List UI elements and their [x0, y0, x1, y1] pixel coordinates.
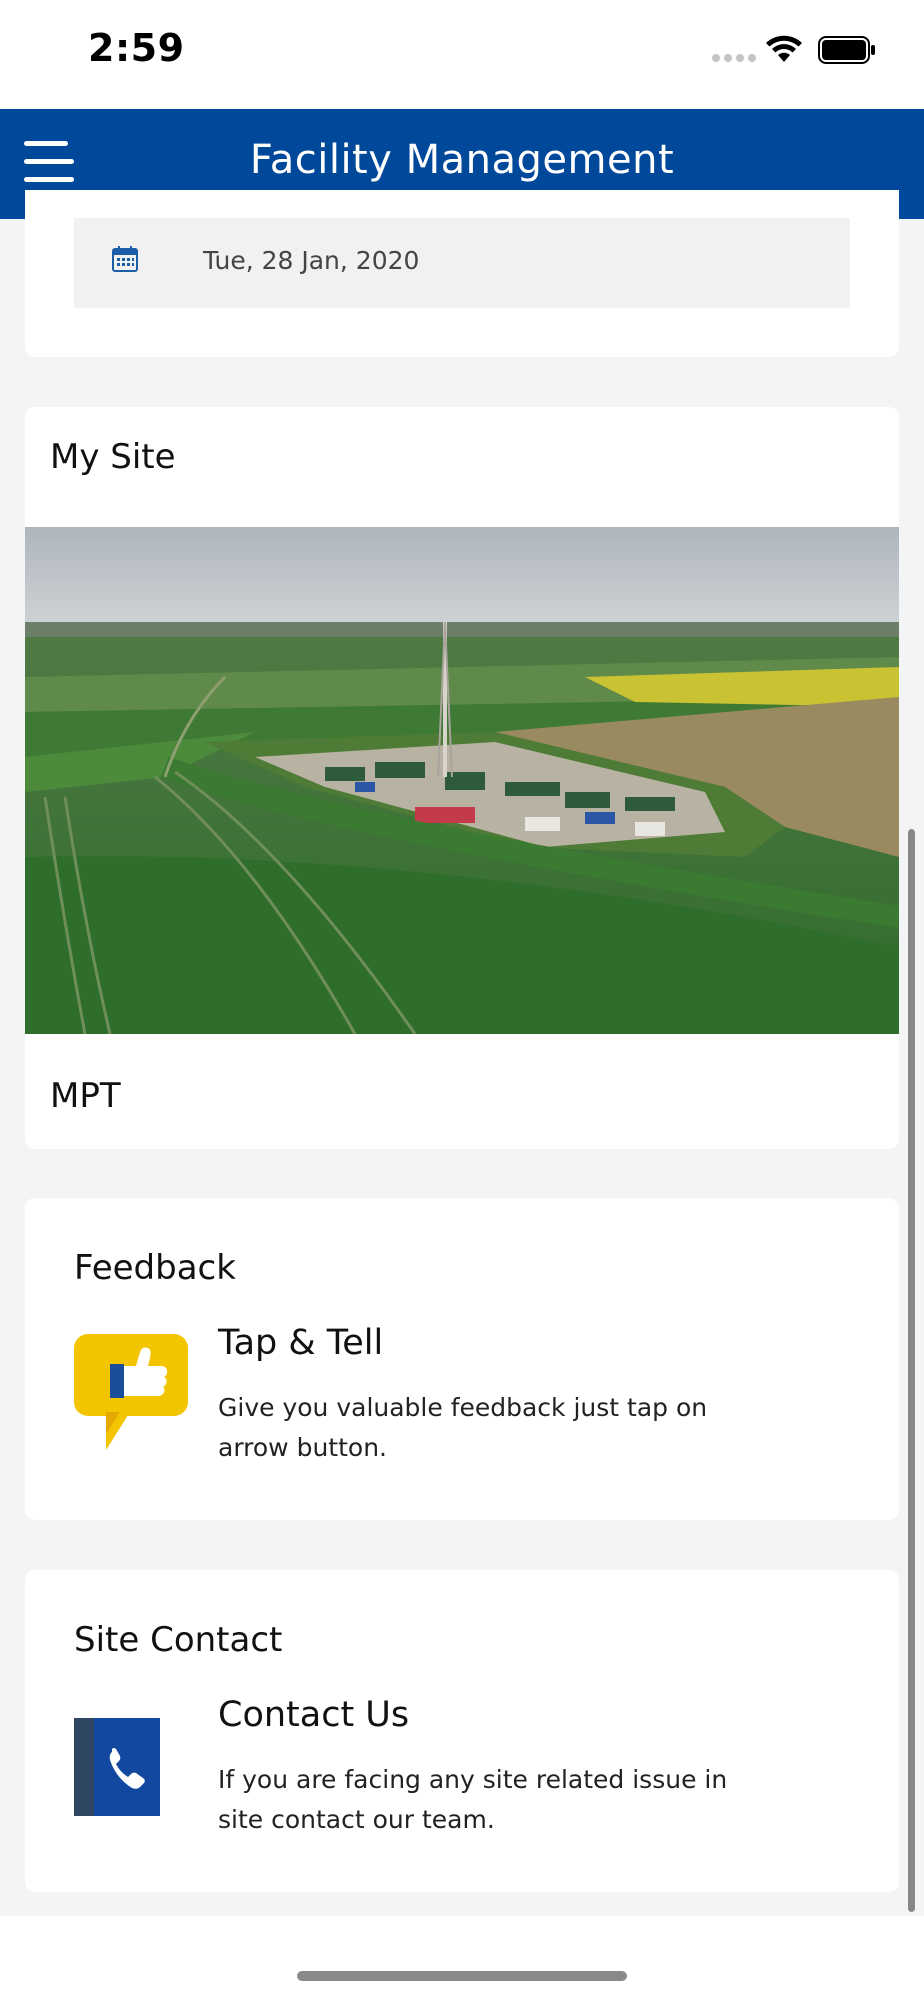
calendar-icon [111, 245, 139, 277]
date-text: Tue, 28 Jan, 2020 [203, 246, 420, 275]
contact-description: If you are facing any site related issue… [218, 1765, 728, 1834]
date-card: Tue, 28 Jan, 2020 [25, 190, 899, 357]
bottom-safe-area [0, 1916, 924, 2000]
date-box: Tue, 28 Jan, 2020 [74, 218, 850, 308]
site-contact-card[interactable]: Site Contact Contact Us If you are facin… [25, 1570, 899, 1892]
status-time: 2:59 [88, 26, 185, 70]
battery-icon [818, 36, 876, 68]
site-contact-heading: Site Contact [74, 1620, 283, 1660]
signal-strength-icon [712, 54, 756, 62]
home-indicator[interactable] [297, 1971, 627, 1981]
site-name: MPT [50, 1076, 121, 1116]
my-site-card[interactable]: My Site MPT [25, 407, 899, 1149]
thumbs-up-icon [74, 1334, 188, 1458]
my-site-heading: My Site [50, 437, 176, 477]
feedback-description: Give you valuable feedback just tap on a… [218, 1393, 708, 1462]
tap-and-tell-title: Tap & Tell [218, 1323, 384, 1363]
feedback-card[interactable]: Feedback Tap & Tell Give you valuable fe… [25, 1198, 899, 1520]
contact-us-title: Contact Us [218, 1695, 410, 1735]
wifi-icon [764, 34, 804, 68]
page-title: Facility Management [249, 137, 675, 183]
phone-book-icon [74, 1718, 160, 1820]
status-bar: 2:59 [0, 0, 924, 109]
feedback-heading: Feedback [74, 1248, 236, 1288]
site-aerial-photo[interactable] [25, 527, 899, 1034]
scrollbar[interactable] [908, 829, 915, 1912]
